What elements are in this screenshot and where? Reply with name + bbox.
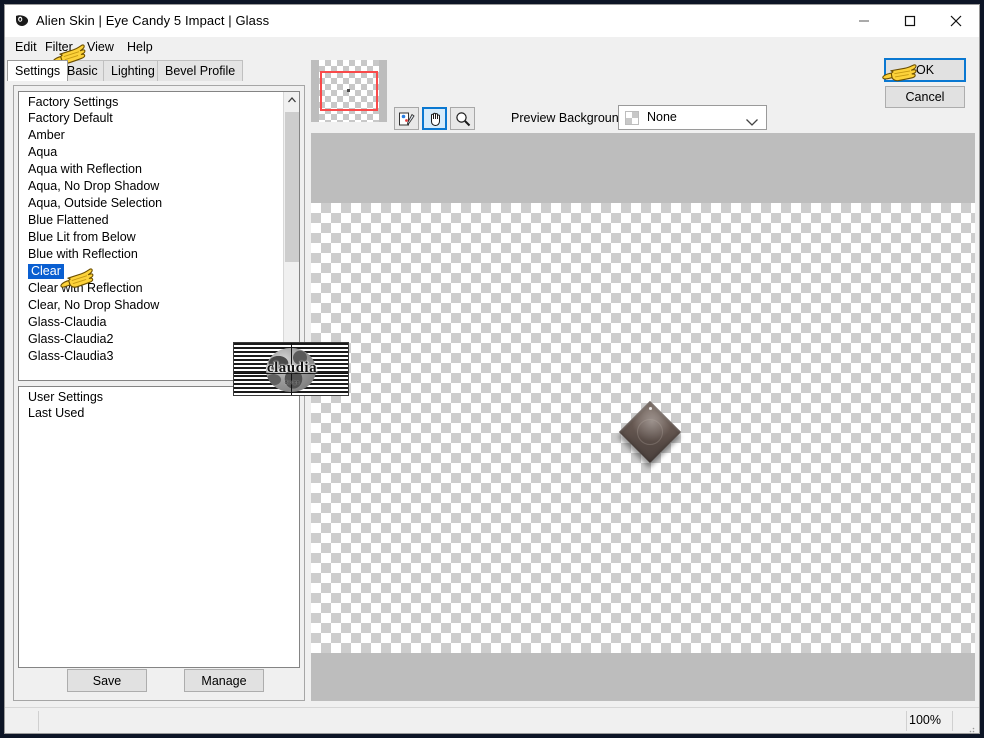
color-picker-icon: [398, 112, 415, 125]
window-title: Alien Skin | Eye Candy 5 Impact | Glass: [36, 13, 270, 28]
chevron-down-icon[interactable]: [745, 114, 759, 132]
watermark-subtext: design: [284, 380, 300, 386]
list-item[interactable]: Blue Flattened: [19, 211, 299, 228]
hand-tool-icon: [430, 112, 440, 126]
manage-button[interactable]: Manage: [184, 669, 264, 692]
minimize-button[interactable]: [841, 5, 887, 36]
list-item[interactable]: Clear, No Drop Shadow: [19, 296, 299, 313]
status-separator: [906, 711, 907, 731]
status-separator: [38, 711, 39, 731]
zoom-level-indicator: 100%: [909, 713, 941, 727]
scroll-up-arrow-icon[interactable]: [284, 92, 299, 109]
list-item[interactable]: Aqua, No Drop Shadow: [19, 177, 299, 194]
preview-background-select[interactable]: None: [618, 105, 767, 130]
user-settings-list[interactable]: User Settings Last Used: [18, 386, 300, 668]
list-header-factory-settings: Factory Settings: [28, 95, 119, 109]
title-bar: Alien Skin | Eye Candy 5 Impact | Glass: [5, 5, 979, 37]
application-window: Alien Skin | Eye Candy 5 Impact | Glass: [4, 4, 980, 734]
zoom-tool-button[interactable]: [450, 107, 475, 130]
list-item[interactable]: Aqua with Reflection: [19, 160, 299, 177]
menu-bar: Edit Filter View Help: [5, 37, 979, 58]
glass-diamond-highlight: [649, 407, 652, 410]
menu-item-filter[interactable]: Filter: [43, 40, 75, 54]
menu-item-edit[interactable]: Edit: [13, 40, 39, 54]
preview-background-label: Preview Background:: [511, 111, 630, 125]
list-item[interactable]: Aqua: [19, 143, 299, 160]
list-item[interactable]: Glass-Claudia: [19, 313, 299, 330]
preview-background-value: None: [647, 110, 677, 124]
glass-diamond-shape: [618, 400, 682, 464]
list-item[interactable]: Amber: [19, 126, 299, 143]
tab-bevel-profile[interactable]: Bevel Profile: [157, 60, 244, 81]
factory-settings-list[interactable]: Factory Settings Factory Default Amber A…: [18, 91, 300, 381]
menu-item-view[interactable]: View: [85, 40, 116, 54]
list-item[interactable]: Blue Lit from Below: [19, 228, 299, 245]
scrollbar-thumb[interactable]: [285, 112, 299, 262]
list-item[interactable]: Last Used: [19, 404, 299, 421]
watermark-logo: claudia design: [233, 342, 349, 396]
resize-grip-icon[interactable]: [965, 720, 975, 733]
status-bar: 100%: [5, 707, 979, 733]
list-item[interactable]: Factory Default: [19, 109, 299, 126]
hand-tool-button[interactable]: [422, 107, 447, 130]
tab-lighting[interactable]: Lighting: [103, 60, 163, 81]
ok-button[interactable]: OK: [884, 58, 966, 82]
zoom-tool-icon: [455, 111, 470, 126]
cancel-button[interactable]: Cancel: [885, 86, 965, 108]
status-separator: [952, 711, 953, 731]
save-button[interactable]: Save: [67, 669, 147, 692]
maximize-button[interactable]: [887, 5, 933, 36]
app-icon: [14, 13, 30, 29]
list-item[interactable]: Blue with Reflection: [19, 245, 299, 262]
color-picker-tool-button[interactable]: [394, 107, 419, 130]
preview-glass-object: [618, 400, 682, 464]
list-item-selected[interactable]: Clear: [19, 262, 299, 279]
preview-background-swatch-icon: [625, 111, 639, 125]
list-item[interactable]: Clear with Reflection: [19, 279, 299, 296]
list-item-selected-label: Clear: [28, 264, 64, 279]
tab-settings[interactable]: Settings: [7, 60, 69, 81]
tab-strip: Settings Basic Lighting Bevel Profile: [5, 60, 305, 82]
menu-item-help[interactable]: Help: [125, 40, 155, 54]
list-item[interactable]: Aqua, Outside Selection: [19, 194, 299, 211]
navigator-thumbnail[interactable]: [311, 60, 387, 122]
watermark-text: claudia: [266, 360, 318, 376]
screenshot-root: Alien Skin | Eye Candy 5 Impact | Glass: [0, 0, 984, 738]
glass-diamond-inner-ring: [637, 419, 663, 445]
factory-list-scrollbar[interactable]: [283, 92, 299, 380]
preview-canvas[interactable]: [311, 133, 975, 701]
navigator-object-dot: [347, 89, 350, 92]
close-button[interactable]: [933, 5, 979, 36]
